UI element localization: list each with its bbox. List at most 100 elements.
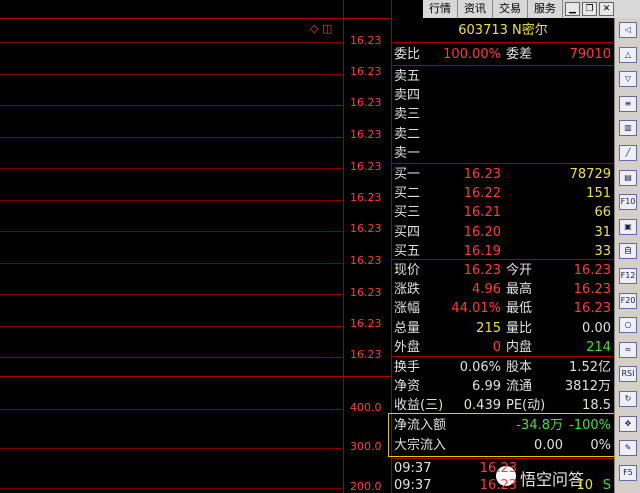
grid-line-solid <box>0 376 391 377</box>
buy-volume: 151 <box>586 186 611 202</box>
block-value: 0.00 <box>534 438 563 453</box>
volume-axis-label: 200.0 <box>350 480 382 493</box>
sell-label: 卖四 <box>394 88 421 104</box>
right-toolbar: ◁ △ ▽ ≡ ▥ ╱ ▤ F10 ▣ 自 F12 F20 ○ ≈ RSI ↻ ✥ ✎ F5 <box>614 18 640 493</box>
grid-line-solid <box>0 18 391 19</box>
stat-value: 4.96 <box>472 282 501 298</box>
rsi-icon[interactable]: RSI <box>619 366 637 383</box>
weibi-value: 100.00% <box>443 47 501 62</box>
stat-label-2: 量比 <box>506 320 533 336</box>
tick-row: 09:37 16.23 10 S <box>393 476 613 493</box>
grid-line <box>0 263 343 264</box>
stat-label-2: 最低 <box>506 301 533 317</box>
price-axis-label: 16.23 <box>350 34 382 47</box>
weibi-row: 委比 100.00% 委差 79010 <box>393 45 613 64</box>
buy-label: 买五 <box>394 243 421 259</box>
block-label: 大宗流入 <box>394 438 447 453</box>
stat-row: 总量 215 量比 0.00 <box>393 319 613 338</box>
stat-value: 44.01% <box>451 301 501 317</box>
fundamental-row: 收益(三) 0.439 PE(动) 18.5 <box>393 396 613 415</box>
sell-label: 卖一 <box>394 145 421 161</box>
stat-value-2: 16.23 <box>573 263 611 278</box>
f5-icon[interactable]: F5 <box>619 464 637 481</box>
stat-label: 外盘 <box>394 339 421 355</box>
price-axis-label: 16.23 <box>350 96 382 109</box>
list-icon[interactable]: ≡ <box>619 95 637 112</box>
move-icon[interactable]: ✥ <box>619 415 637 432</box>
arrow-down-icon[interactable]: ▽ <box>619 71 637 88</box>
stat-label: 总量 <box>394 320 421 336</box>
fundamental-label: 净资 <box>394 379 421 395</box>
netflow-label: 净流入额 <box>394 418 447 433</box>
grid-line <box>0 231 343 232</box>
price-axis-label: 16.23 <box>350 286 382 299</box>
netflow-pct: -100% <box>569 418 611 433</box>
price-axis-label: 16.23 <box>350 160 382 173</box>
sell-row: 卖二 <box>393 125 613 144</box>
buy-price: 16.19 <box>463 243 501 259</box>
sell-row: 卖三 <box>393 105 613 124</box>
y-axis-line <box>343 0 344 493</box>
price-axis-label: 16.23 <box>350 128 382 141</box>
price-axis-label: 16.23 <box>350 317 382 330</box>
restore-icon[interactable]: ❐ <box>582 2 597 16</box>
f20-icon[interactable]: F20 <box>619 292 637 309</box>
wave-icon[interactable]: ≈ <box>619 341 637 358</box>
fundamental-value: 0.439 <box>463 398 501 414</box>
fundamental-label-2: 流通 <box>506 379 533 395</box>
stat-value-2: 0.00 <box>582 320 611 336</box>
price-axis-label: 16.23 <box>350 254 382 267</box>
buy-row: 买二 16.22 151 <box>393 184 613 203</box>
grid-line <box>0 105 343 106</box>
divider <box>392 163 614 164</box>
menu-service[interactable]: 服务 <box>528 0 563 18</box>
f10-icon[interactable]: F10 <box>619 194 637 211</box>
buy-row: 买四 16.20 31 <box>393 223 613 242</box>
fundamental-label-2: 股本 <box>506 360 533 375</box>
menu-news[interactable]: 资讯 <box>458 0 493 18</box>
fundamental-value: 0.06% <box>459 360 501 375</box>
fundamental-value-2: 18.5 <box>582 398 611 414</box>
bar-chart-icon[interactable]: ▥ <box>619 120 637 137</box>
buy-price: 16.20 <box>463 224 501 240</box>
chart-toolbar-icons[interactable]: ◇ ◫ <box>310 22 332 35</box>
line-chart-icon[interactable]: ╱ <box>619 145 637 161</box>
stock-code-name: 603713 N密尔 <box>458 23 548 38</box>
grid-line <box>0 357 343 358</box>
fundamental-label: 换手 <box>394 360 421 375</box>
candle-icon[interactable]: ▤ <box>619 169 637 186</box>
buy-label: 买二 <box>394 186 421 202</box>
close-icon[interactable]: ✕ <box>599 2 614 16</box>
arrow-left-icon[interactable]: ◁ <box>619 22 637 38</box>
grid-line <box>0 42 343 43</box>
stat-value: 0 <box>492 339 501 355</box>
f10b-icon[interactable]: ▣ <box>619 218 637 235</box>
grid-line <box>0 74 343 75</box>
fundamental-row: 换手 0.06% 股本 1.52亿 <box>393 358 613 377</box>
pen-icon[interactable]: ✎ <box>619 440 637 457</box>
buy-volume: 66 <box>594 205 611 221</box>
grid-line <box>0 294 343 295</box>
block-pct: 0% <box>590 438 611 453</box>
menu-market[interactable]: 行情 <box>423 0 458 18</box>
stat-row: 现价 16.23 今开 16.23 <box>393 261 613 280</box>
self-select-icon[interactable]: 自 <box>619 243 637 260</box>
grid-line <box>0 137 343 138</box>
sell-label: 卖五 <box>394 69 421 84</box>
stat-value: 16.23 <box>463 263 501 278</box>
buy-price: 16.23 <box>463 167 501 182</box>
ring-icon[interactable]: ○ <box>619 317 637 334</box>
netflow-row: 净流入额 -34.8万 -100% <box>393 416 613 435</box>
minimize-icon[interactable]: ▁ <box>565 2 580 16</box>
stat-label-2: 今开 <box>506 263 533 278</box>
grid-line <box>0 448 343 449</box>
rotate-icon[interactable]: ↻ <box>619 391 637 407</box>
intraday-chart[interactable]: ◇ ◫ 16.23 16.23 16.23 16.23 16.23 16.23 16.23 1… <box>0 0 391 493</box>
grid-line <box>0 488 343 489</box>
f12-icon[interactable]: F12 <box>619 268 637 284</box>
menu-trade[interactable]: 交易 <box>493 0 528 18</box>
volume-axis-label: 400.0 <box>350 401 382 414</box>
stat-value: 215 <box>476 320 501 336</box>
arrow-up-icon[interactable]: △ <box>619 46 637 63</box>
divider <box>392 42 614 43</box>
